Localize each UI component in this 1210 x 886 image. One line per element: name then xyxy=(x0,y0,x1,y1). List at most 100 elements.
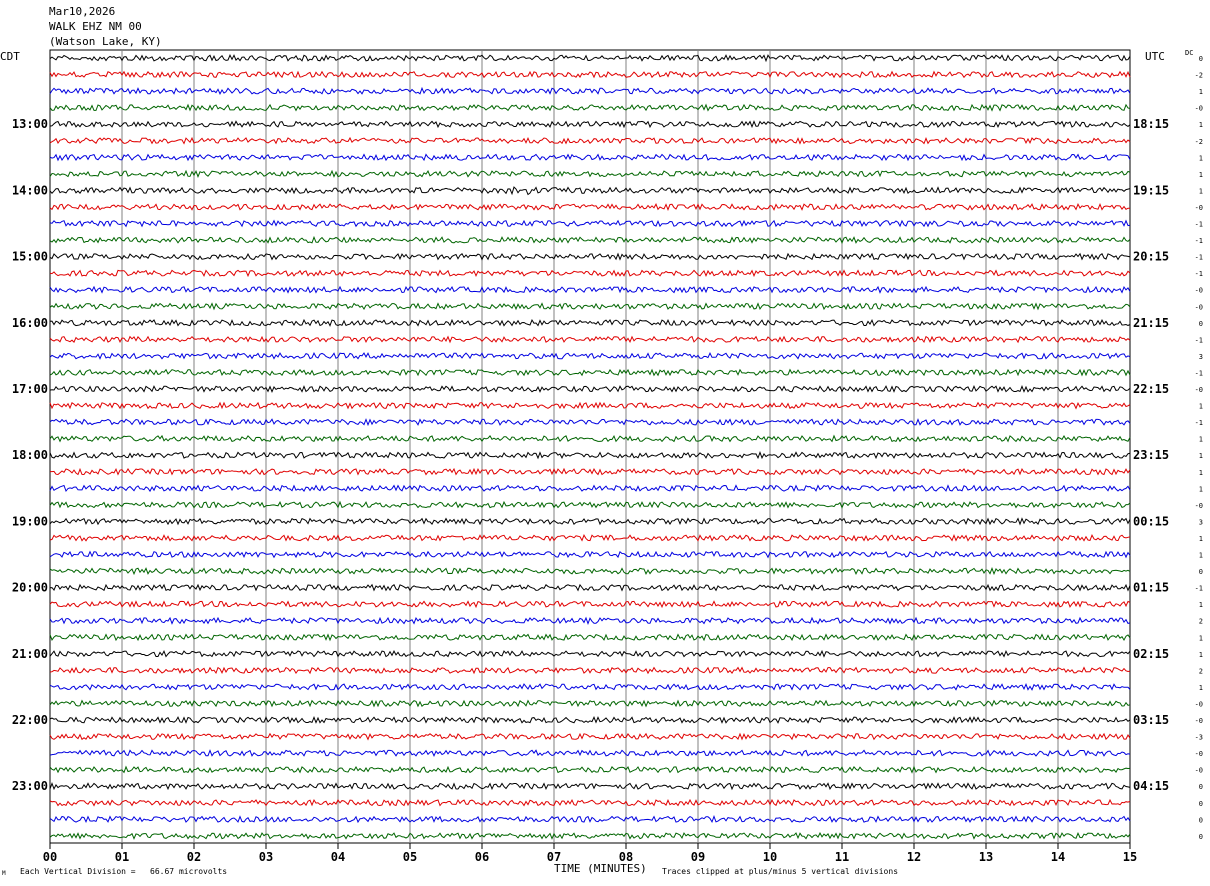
footer-corner-mark: M xyxy=(2,870,6,877)
dc-offset-label: 1 xyxy=(1199,187,1203,195)
dc-offset-label: 0 xyxy=(1199,568,1203,576)
seismic-trace-39 xyxy=(49,682,1131,691)
dc-offset-label: -0 xyxy=(1195,502,1203,510)
seismic-trace-7 xyxy=(49,153,1131,162)
cdt-time-label: 18:00 xyxy=(12,448,48,462)
x-tick-label: 10 xyxy=(763,850,777,864)
seismic-trace-17 xyxy=(49,318,1131,327)
dc-offset-label: -1 xyxy=(1195,254,1203,262)
cdt-time-label: 15:00 xyxy=(12,250,48,264)
dc-offset-label: 1 xyxy=(1199,436,1203,444)
x-tick-label: 11 xyxy=(835,850,849,864)
seismic-trace-18 xyxy=(49,335,1131,344)
seismic-trace-5 xyxy=(49,120,1131,129)
dc-offset-label: 0 xyxy=(1199,816,1203,824)
seismic-trace-12 xyxy=(49,235,1131,245)
seismic-trace-9 xyxy=(49,186,1131,196)
dc-offset-label: 0 xyxy=(1199,800,1203,808)
dc-offset-label: -0 xyxy=(1195,386,1203,394)
seismic-trace-27 xyxy=(49,484,1131,493)
seismic-trace-47 xyxy=(49,815,1131,824)
seismic-trace-3 xyxy=(49,86,1131,95)
x-tick-label: 09 xyxy=(691,850,705,864)
seismic-trace-28 xyxy=(49,500,1131,509)
cdt-time-label: 21:00 xyxy=(12,647,48,661)
dc-offset-label: 1 xyxy=(1199,121,1203,129)
footer-clip-note: Traces clipped at plus/minus 5 vertical … xyxy=(662,867,899,876)
seismic-trace-23 xyxy=(49,418,1131,427)
dc-offset-label: 1 xyxy=(1199,552,1203,560)
dc-offset-label: -0 xyxy=(1195,700,1203,708)
x-tick-label: 01 xyxy=(115,850,129,864)
dc-offset-label: 1 xyxy=(1199,601,1203,609)
dc-offset-label: -3 xyxy=(1195,734,1203,742)
dc-offset-label: -0 xyxy=(1195,303,1203,311)
seismic-trace-33 xyxy=(49,583,1131,592)
seismic-trace-32 xyxy=(49,566,1131,576)
dc-offset-label: -2 xyxy=(1195,72,1203,80)
seismic-trace-10 xyxy=(49,202,1130,211)
x-tick-label: 02 xyxy=(187,850,201,864)
cdt-time-label: 19:00 xyxy=(12,514,48,528)
dc-offset-label: 1 xyxy=(1199,535,1203,543)
dc-offset-label: -1 xyxy=(1195,237,1203,245)
dc-offset-label: 1 xyxy=(1199,469,1203,477)
seismic-trace-30 xyxy=(49,534,1131,542)
seismic-trace-46 xyxy=(49,798,1131,807)
dc-offset-label: -0 xyxy=(1195,287,1203,295)
seismic-trace-40 xyxy=(49,699,1131,708)
dc-offset-label: 1 xyxy=(1199,651,1203,659)
utc-time-label: 18:15 xyxy=(1133,117,1169,131)
seismic-trace-41 xyxy=(49,716,1131,724)
dc-offset-label: -1 xyxy=(1195,419,1203,427)
footer-scale-note: Each Vertical Division = 66.67 microvolt… xyxy=(20,867,228,876)
x-tick-label: 14 xyxy=(1051,850,1065,864)
dc-offset-label: -0 xyxy=(1195,204,1203,212)
utc-time-label: 00:15 xyxy=(1133,514,1169,528)
seismic-trace-42 xyxy=(49,732,1131,741)
seismic-trace-26 xyxy=(50,467,1131,476)
x-tick-label: 15 xyxy=(1123,850,1137,864)
seismic-trace-35 xyxy=(49,616,1131,625)
utc-time-label: 22:15 xyxy=(1133,382,1169,396)
cdt-time-label: 20:00 xyxy=(12,581,48,595)
dc-offset-label: -1 xyxy=(1195,585,1203,593)
x-axis-title: TIME (MINUTES) xyxy=(554,862,647,875)
seismic-trace-4 xyxy=(49,103,1131,112)
dc-offset-label: 1 xyxy=(1199,88,1203,96)
dc-offset-label: -1 xyxy=(1195,221,1203,229)
dc-offset-label: 1 xyxy=(1199,171,1203,179)
dc-offset-label: 0 xyxy=(1199,783,1203,791)
dc-offset-label: -1 xyxy=(1195,369,1203,377)
dc-offset-label: 1 xyxy=(1199,403,1203,411)
seismic-trace-8 xyxy=(49,169,1131,178)
dc-offset-label: -0 xyxy=(1195,750,1203,758)
seismic-trace-43 xyxy=(49,749,1131,758)
seismic-trace-31 xyxy=(49,550,1131,559)
utc-time-label: 01:15 xyxy=(1133,581,1169,595)
utc-time-label: 04:15 xyxy=(1133,779,1169,793)
seismic-trace-44 xyxy=(49,765,1131,774)
x-tick-label: 03 xyxy=(259,850,273,864)
seismic-trace-2 xyxy=(49,70,1131,79)
dc-offset-label: 3 xyxy=(1199,353,1203,361)
seismic-trace-14 xyxy=(49,269,1131,278)
dc-offset-label: -1 xyxy=(1195,336,1203,344)
dc-offset-label: -2 xyxy=(1195,138,1203,146)
dc-offset-label: 0 xyxy=(1199,55,1203,63)
dc-offset-label: 1 xyxy=(1199,154,1203,162)
seismic-trace-22 xyxy=(49,401,1131,410)
seismic-trace-11 xyxy=(49,219,1131,228)
seismic-trace-1 xyxy=(49,53,1131,63)
utc-time-label: 20:15 xyxy=(1133,250,1169,264)
plot-frame xyxy=(49,49,1131,844)
seismic-trace-36 xyxy=(49,633,1131,642)
seismic-trace-13 xyxy=(49,252,1131,261)
cdt-time-label: 16:00 xyxy=(12,316,48,330)
utc-time-label: 03:15 xyxy=(1133,713,1169,727)
x-tick-label: 05 xyxy=(403,850,417,864)
cdt-time-label: 13:00 xyxy=(12,117,48,131)
seismic-trace-25 xyxy=(49,451,1131,460)
cdt-time-label: 17:00 xyxy=(12,382,48,396)
dc-offset-label: -0 xyxy=(1195,767,1203,775)
